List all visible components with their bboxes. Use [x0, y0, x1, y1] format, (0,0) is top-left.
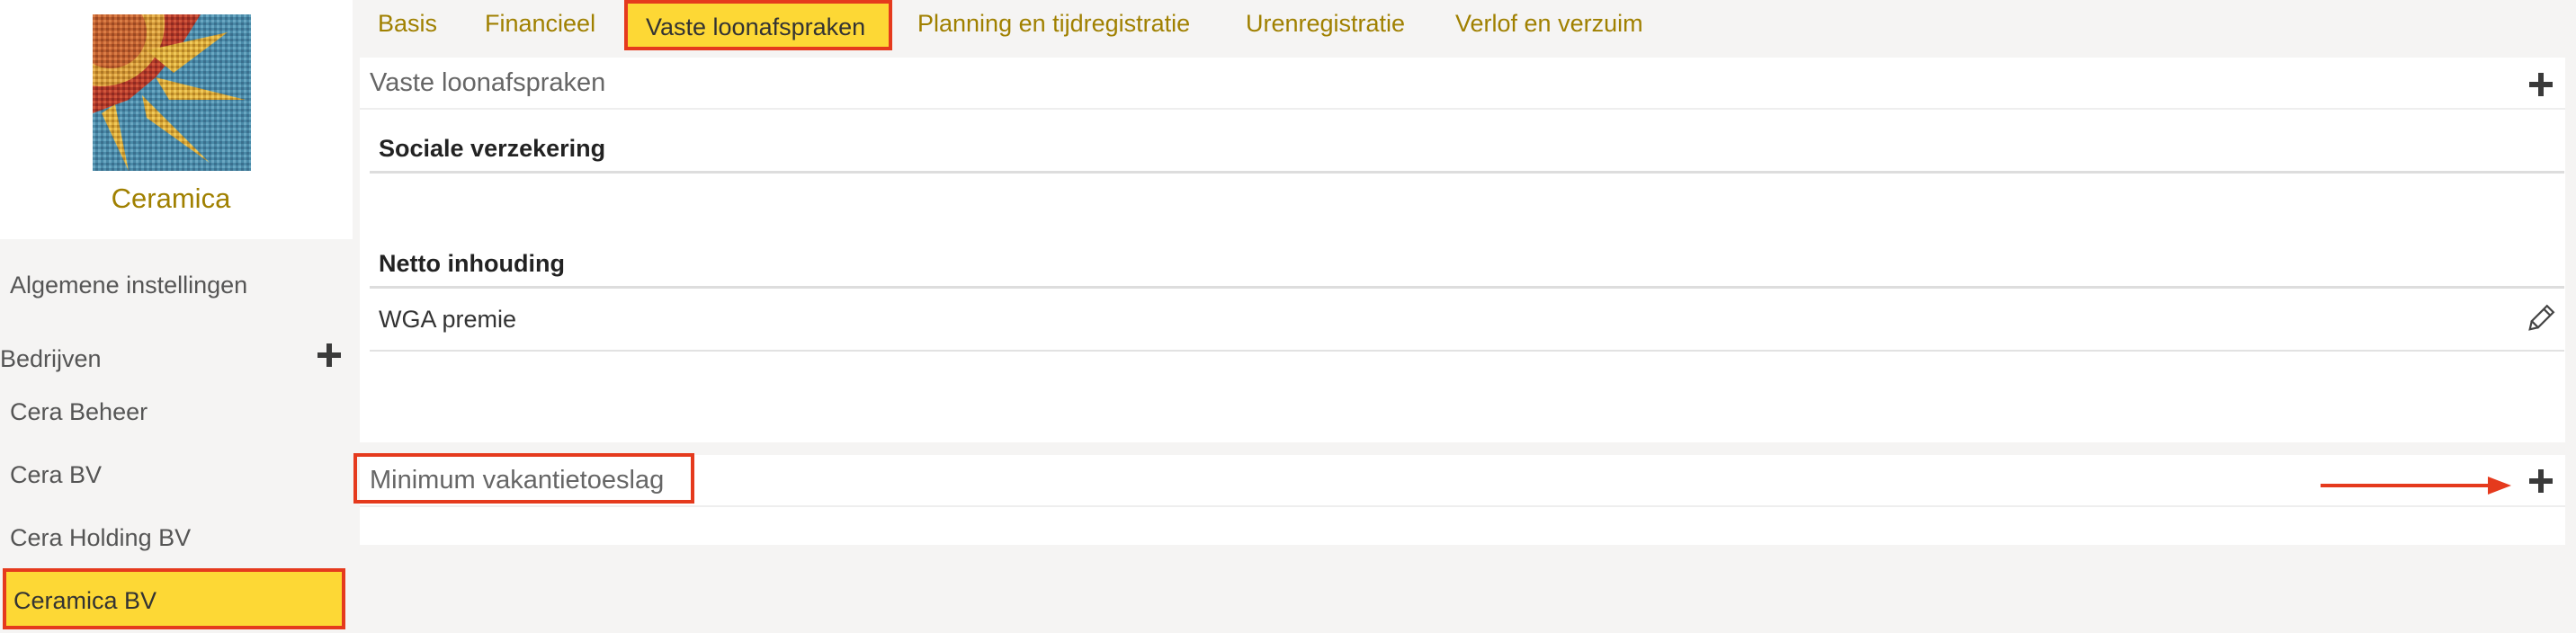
sidebar-item-label: Ceramica BV: [13, 587, 157, 614]
sidebar-item-company[interactable]: Cera Beheer: [10, 396, 148, 428]
panel-header: Minimum vakantietoeslag: [353, 453, 2565, 507]
add-company-plus-icon[interactable]: [315, 341, 344, 370]
tab-planning-en-tijdregistratie[interactable]: Planning en tijdregistratie: [917, 7, 1190, 40]
section-heading: Netto inhouding: [370, 244, 2564, 289]
list-item-label: WGA premie: [379, 306, 517, 333]
panel-vaste-loonafspraken: Vaste loonafspraken Sociale verzekering …: [360, 58, 2565, 442]
arrow-right-icon: [2321, 468, 2513, 504]
sidebar: Ceramica Algemene instellingen Bedrijven…: [0, 0, 353, 633]
tab-urenregistratie[interactable]: Urenregistratie: [1246, 7, 1405, 40]
panel-title: Minimum vakantietoeslag: [370, 466, 665, 495]
sidebar-item-company[interactable]: Cera Holding BV: [10, 522, 191, 554]
sidebar-section-companies: Bedrijven: [0, 345, 102, 372]
section-heading-label: Sociale verzekering: [379, 135, 606, 162]
add-minimum-vakantietoeslag-plus-icon[interactable]: [2527, 468, 2554, 495]
tab-basis[interactable]: Basis: [378, 7, 437, 40]
tab-vaste-loonafspraken[interactable]: Vaste loonafspraken: [624, 0, 892, 50]
panel-header: Vaste loonafspraken: [360, 58, 2565, 110]
list-item: WGA premie: [370, 289, 2564, 352]
company-logo: [93, 14, 251, 171]
panel-title-highlight: Minimum vakantietoeslag: [353, 453, 694, 504]
company-card: Ceramica: [0, 0, 353, 239]
panel-minimum-vakantietoeslag: Minimum vakantietoeslag: [353, 453, 2565, 545]
pencil-icon[interactable]: [2524, 303, 2556, 335]
tab-label: Vaste loonafspraken: [646, 13, 866, 40]
sidebar-item-company[interactable]: Cera BV: [10, 459, 102, 491]
add-loonafspraak-plus-icon[interactable]: [2527, 71, 2554, 98]
sidebar-item-company-active[interactable]: Ceramica BV: [3, 568, 345, 629]
tab-financieel[interactable]: Financieel: [485, 7, 595, 40]
company-name: Ceramica: [111, 183, 231, 214]
section-heading-label: Netto inhouding: [379, 250, 565, 277]
section-heading: Sociale verzekering: [370, 129, 2564, 174]
sidebar-item-general-settings[interactable]: Algemene instellingen: [10, 269, 247, 301]
panel-title: Vaste loonafspraken: [370, 68, 606, 97]
tab-verlof-en-verzuim[interactable]: Verlof en verzuim: [1455, 7, 1643, 40]
